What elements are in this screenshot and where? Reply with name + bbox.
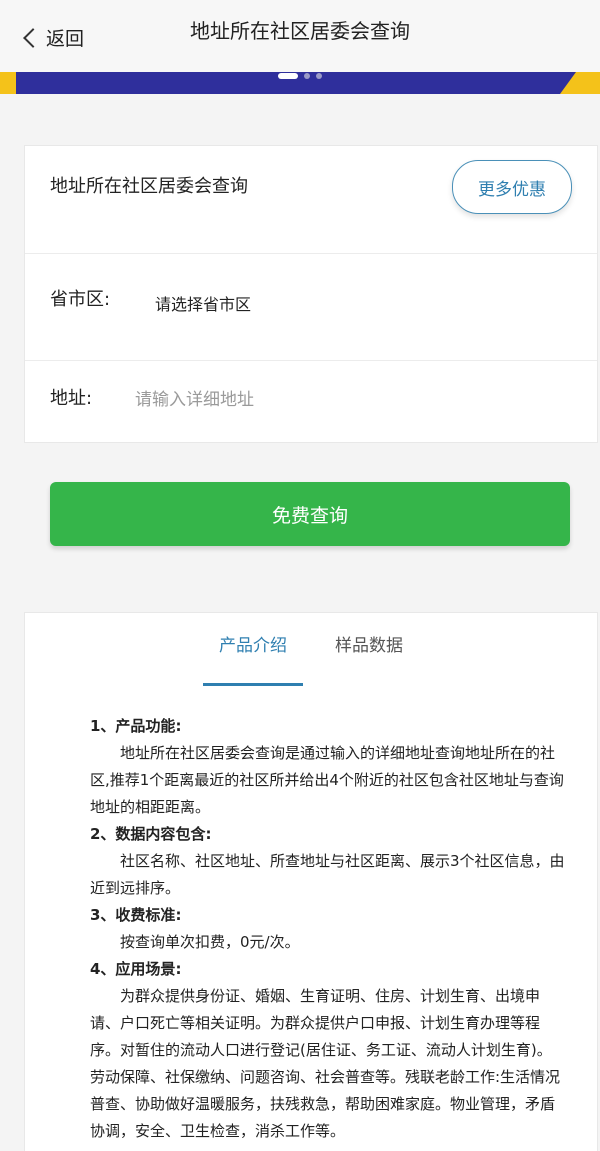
back-label: 返回 bbox=[46, 27, 85, 50]
address-row: 地址: bbox=[25, 360, 597, 442]
pagination-dot-active[interactable] bbox=[278, 73, 298, 79]
free-query-button[interactable]: 免费查询 bbox=[50, 482, 570, 546]
page-title: 地址所在社区居委会查询 bbox=[190, 18, 410, 43]
section-text: 地址所在社区居委会查询是通过输入的详细地址查询地址所在的社区,推荐1个距离最近的… bbox=[90, 744, 564, 816]
nav-header: 返回 地址所在社区居委会查询 bbox=[0, 0, 600, 72]
pagination-dot[interactable] bbox=[304, 73, 310, 79]
tab-product-intro[interactable]: 产品介绍 bbox=[219, 631, 287, 656]
chevron-left-icon bbox=[23, 27, 43, 48]
tab-sample-data[interactable]: 样品数据 bbox=[335, 631, 403, 656]
section-title: 3、收费标准: bbox=[90, 906, 182, 924]
region-label: 省市区: bbox=[50, 289, 111, 310]
section-text: 社区名称、社区地址、所查地址与社区距离、展示3个社区信息，由近到远排序。 bbox=[90, 852, 565, 897]
more-discounts-button[interactable]: 更多优惠 bbox=[452, 160, 572, 214]
address-label: 地址: bbox=[50, 388, 93, 409]
product-row: 地址所在社区居委会查询 更多优惠 bbox=[25, 146, 597, 254]
section-text: 按查询单次扣费，0元/次。 bbox=[120, 933, 300, 951]
section-text: 为群众提供身份证、婚姻、生育证明、住房、计划生育、出境申请、户口死亡等相关证明。… bbox=[90, 987, 561, 1140]
region-row[interactable]: 省市区: 请选择省市区 bbox=[25, 253, 597, 361]
active-tab-indicator bbox=[203, 683, 303, 686]
pagination-dot[interactable] bbox=[316, 73, 322, 79]
product-info-card: 产品介绍 样品数据 1、产品功能: 地址所在社区居委会查询是通过输入的详细地址查… bbox=[24, 612, 598, 1151]
back-button[interactable]: 返回 bbox=[23, 22, 85, 52]
section-title: 4、应用场景: bbox=[90, 960, 182, 978]
address-input[interactable] bbox=[133, 384, 557, 416]
query-form-card: 地址所在社区居委会查询 更多优惠 省市区: 请选择省市区 地址: bbox=[24, 145, 598, 443]
region-select[interactable]: 请选择省市区 bbox=[155, 291, 251, 315]
banner-pagination bbox=[0, 72, 600, 82]
section-title: 1、产品功能: bbox=[90, 717, 182, 735]
product-intro-content: 1、产品功能: 地址所在社区居委会查询是通过输入的详细地址查询地址所在的社区,推… bbox=[90, 713, 565, 1145]
section-title: 2、数据内容包含: bbox=[90, 825, 212, 843]
product-name: 地址所在社区居委会查询 bbox=[50, 176, 248, 197]
